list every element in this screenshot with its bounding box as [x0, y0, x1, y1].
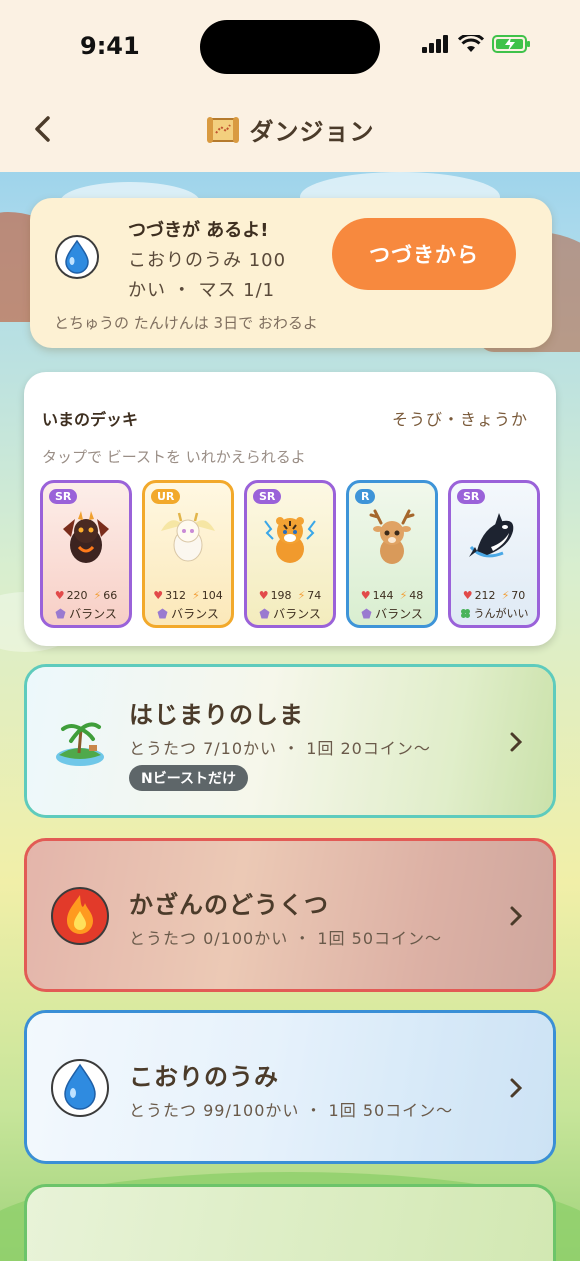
beast-stats: ♥ 212 ⚡ 70 [451, 589, 537, 602]
dungeon-card-ice-sea[interactable]: こおりのうみ とうたつ 99/100かい ・ 1回 50コイン〜 [24, 1010, 556, 1164]
beast-type-label: バランス [69, 607, 117, 621]
beast-type: バランス [349, 605, 435, 622]
beast-stats: ♥ 312 ⚡ 104 [145, 589, 231, 602]
pentagon-icon [259, 608, 270, 619]
signal-icon [422, 35, 448, 53]
beast-type: うんがいい [451, 605, 537, 621]
continue-heading: つづきが あるよ! [128, 220, 269, 241]
heart-icon: ♥ [462, 589, 473, 602]
beast-card[interactable]: UR ♥ 312 ⚡ 104 バランス [142, 480, 234, 628]
system-icons [422, 34, 532, 54]
app-header: ダンジョン [0, 96, 580, 172]
restriction-tag: Nビーストだけ [129, 765, 249, 791]
dungeon-card-starting-island[interactable]: はじまりのしま とうたつ 7/10かい ・ 1回 20コイン〜 Nビーストだけ [24, 664, 556, 818]
rarity-badge: R [355, 489, 376, 504]
dungeon-card-partial[interactable] [24, 1184, 556, 1261]
beast-type-label: バランス [171, 607, 219, 621]
beast-hp: 220 [66, 589, 88, 602]
dynamic-island [200, 20, 380, 74]
attack-icon: ⚡ [501, 589, 510, 602]
heart-icon: ♥ [54, 589, 65, 602]
beast-card[interactable]: R ♥ 144 ⚡ 48 バランス [346, 480, 438, 628]
attack-icon: ⚡ [93, 589, 102, 602]
fire-icon [51, 887, 109, 945]
beast-atk: 70 [511, 589, 526, 602]
pentagon-icon [55, 608, 66, 619]
beast-atk: 74 [307, 589, 322, 602]
water-drop-icon [55, 235, 99, 279]
beast-atk: 104 [201, 589, 223, 602]
continue-progress-line: かい ・ マス 1/1 [128, 280, 276, 301]
dungeon-progress: とうたつ 7/10かい ・ 1回 20コイン〜 [129, 739, 431, 758]
heart-icon: ♥ [258, 589, 269, 602]
fire-dragon-icon [63, 511, 109, 563]
beast-hp: 144 [372, 589, 394, 602]
beast-type-label: バランス [273, 607, 321, 621]
scroll-map-icon [206, 116, 239, 143]
beast-hp: 198 [270, 589, 292, 602]
dungeon-name: こおりのうみ [129, 1063, 279, 1091]
attack-icon: ⚡ [399, 589, 408, 602]
rarity-badge: SR [253, 489, 282, 504]
rarity-badge: UR [151, 489, 181, 504]
beast-hp: 312 [165, 589, 187, 602]
water-drop-icon [51, 1059, 109, 1117]
deck-hint: タップで ビーストを いれかえられるよ [42, 448, 306, 466]
beast-atk: 66 [103, 589, 118, 602]
orca-icon [469, 513, 514, 558]
beast-type-label: バランス [375, 607, 423, 621]
attack-icon: ⚡ [297, 589, 306, 602]
page-title: ダンジョン [249, 118, 375, 146]
beast-hp: 212 [474, 589, 496, 602]
heart-icon: ♥ [360, 589, 371, 602]
beast-atk: 48 [409, 589, 424, 602]
beast-stats: ♥ 144 ⚡ 48 [349, 589, 435, 602]
beast-type: バランス [247, 605, 333, 622]
deck-card: いまのデッキ そうび・きょうか タップで ビーストを いれかえられるよ SR ♥… [24, 372, 556, 646]
dungeon-progress: とうたつ 0/100かい ・ 1回 50コイン〜 [129, 929, 442, 948]
white-dragon-icon [161, 512, 215, 562]
chevron-right-icon [510, 906, 523, 926]
dungeon-background [27, 1187, 553, 1261]
wifi-icon [458, 35, 484, 52]
beast-stats: ♥ 198 ⚡ 74 [247, 589, 333, 602]
continue-note: とちゅうの たんけんは 3日で おわるよ [54, 314, 318, 332]
beast-type-label: うんがいい [473, 607, 529, 620]
chevron-right-icon [510, 1078, 523, 1098]
rarity-badge: SR [49, 489, 78, 504]
beast-stats: ♥ 220 ⚡ 66 [43, 589, 129, 602]
dungeon-name: かざんのどうくつ [129, 891, 329, 919]
rarity-badge: SR [457, 489, 486, 504]
chevron-right-icon [510, 732, 523, 752]
dungeon-progress: とうたつ 99/100かい ・ 1回 50コイン〜 [129, 1101, 454, 1120]
attack-icon: ⚡ [192, 589, 200, 602]
header-title-group: ダンジョン [0, 112, 580, 147]
beast-type: バランス [43, 605, 129, 622]
status-time: 9:41 [80, 32, 140, 60]
clover-icon [460, 608, 470, 618]
battery-charging-icon [492, 35, 530, 53]
beast-type: バランス [145, 605, 231, 622]
dungeon-card-volcano-cave[interactable]: かざんのどうくつ とうたつ 0/100かい ・ 1回 50コイン〜 [24, 838, 556, 992]
continue-dungeon-line: こおりのうみ 100 [128, 250, 287, 271]
beast-card[interactable]: SR ♥ 212 ⚡ 70 うんがいい [448, 480, 540, 628]
deer-icon [369, 509, 415, 564]
pentagon-icon [157, 608, 168, 619]
status-bar: 9:41 [0, 0, 580, 96]
island-icon [56, 722, 104, 766]
beast-card[interactable]: SR ♥ 220 ⚡ 66 バランス [40, 480, 132, 628]
thunder-tiger-icon [264, 517, 316, 563]
deck-title: いまのデッキ [42, 410, 139, 429]
continue-card: つづきが あるよ! こおりのうみ 100 かい ・ マス 1/1 つづきから と… [30, 198, 552, 348]
beast-card[interactable]: SR ♥ 198 ⚡ 74 バランス [244, 480, 336, 628]
pentagon-icon [361, 608, 372, 619]
heart-icon: ♥ [153, 589, 164, 602]
continue-button[interactable]: つづきから [332, 218, 516, 290]
dungeon-name: はじまりのしま [129, 701, 304, 729]
equip-enhance-link[interactable]: そうび・きょうか [392, 406, 528, 430]
